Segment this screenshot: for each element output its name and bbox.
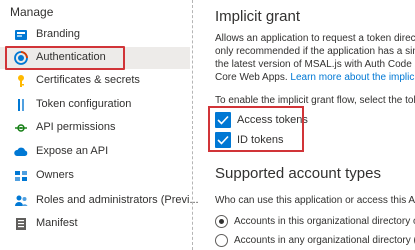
radio-label: Accounts in this organizational director… — [234, 216, 415, 227]
sidebar-item-label: Owners — [36, 169, 74, 181]
sidebar-item-manifest[interactable]: Manifest — [0, 213, 190, 235]
enable-instruction: To enable the implicit grant flow, selec… — [215, 95, 415, 106]
sidebar-item-branding[interactable]: Branding — [0, 24, 190, 46]
sidebar-item-label: Certificates & secrets — [36, 74, 140, 86]
cloud-icon — [14, 145, 28, 159]
supported-question: Who can use this application or access t… — [215, 195, 415, 206]
sidebar-item-certificates[interactable]: Certificates & secrets — [0, 70, 190, 92]
radio-button-selected[interactable] — [215, 215, 228, 228]
supported-account-types-heading: Supported account types — [215, 165, 381, 182]
sidebar-item-owners[interactable]: Owners — [0, 165, 190, 187]
sidebar-item-label: Expose an API — [36, 145, 109, 157]
manifest-icon — [14, 217, 28, 231]
authentication-highlight-box — [5, 46, 125, 70]
radio-option-single-tenant[interactable]: Accounts in this organizational director… — [215, 215, 415, 228]
token-icon — [14, 98, 28, 112]
sidebar-item-label: Token configuration — [36, 98, 132, 110]
radio-button[interactable] — [215, 234, 228, 247]
sidebar-item-label: Roles and administrators (Previ... — [36, 194, 199, 206]
sidebar-item-label: Manifest — [36, 217, 78, 229]
sidebar-item-label: API permissions — [36, 121, 116, 133]
manage-section-title: Manage — [10, 5, 54, 19]
description-line: Allows an application to request a token… — [215, 33, 415, 44]
roles-icon — [14, 194, 28, 208]
owners-icon — [14, 169, 28, 183]
sidebar-item-roles-administrators[interactable]: Roles and administrators (Previ... — [0, 190, 199, 212]
branding-icon — [14, 28, 28, 42]
main-content: Implicit grant Allows an application to … — [200, 0, 415, 250]
description-text: Core Web Apps. — [215, 72, 291, 83]
description-line: the latest version of MSAL.js with Auth … — [215, 59, 415, 70]
implicit-grant-heading: Implicit grant — [215, 8, 301, 25]
description-line-last: Core Web Apps. Learn more about the impl… — [215, 72, 415, 83]
token-checkboxes-highlight-box — [208, 106, 304, 152]
key-icon — [14, 74, 28, 88]
sidebar-item-expose-api[interactable]: Expose an API — [0, 141, 190, 163]
sidebar-item-api-permissions[interactable]: API permissions — [0, 117, 190, 139]
sidebar-divider — [192, 0, 193, 250]
learn-more-link[interactable]: Learn more about the implicit — [290, 72, 415, 83]
radio-label: Accounts in any organizational directory… — [234, 235, 415, 246]
sidebar-item-token-configuration[interactable]: Token configuration — [0, 94, 190, 116]
api-permissions-icon — [14, 121, 28, 135]
radio-option-multi-tenant[interactable]: Accounts in any organizational directory… — [215, 234, 415, 247]
sidebar-item-label: Branding — [36, 28, 81, 40]
sidebar: Manage Branding Authentication Certifica… — [0, 0, 199, 250]
description-line: only recommended if the application has … — [215, 46, 415, 57]
